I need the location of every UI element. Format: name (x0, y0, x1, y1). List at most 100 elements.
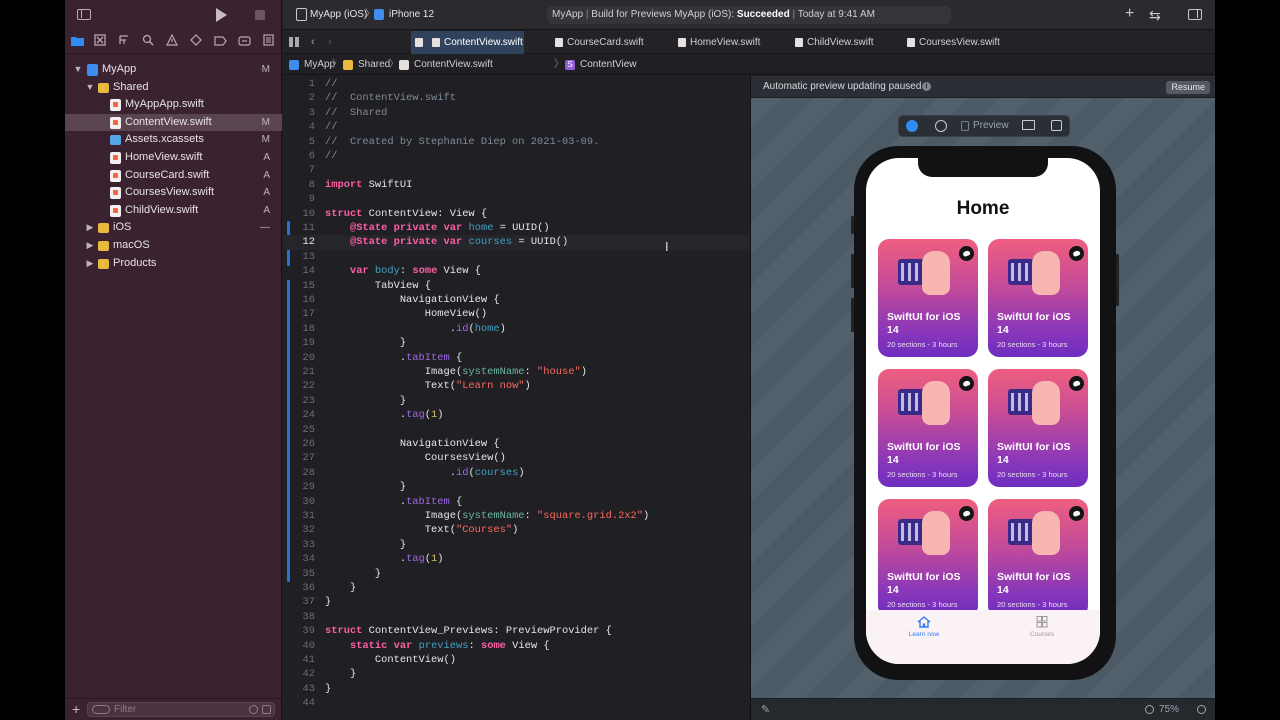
info-icon[interactable]: i (922, 82, 931, 91)
filter-options-icon[interactable] (92, 705, 110, 714)
code-line[interactable]: 14 var body: some View { (283, 264, 750, 278)
tree-item-myapp[interactable]: ▼ MyApp M (65, 61, 282, 79)
code-line[interactable]: 33 } (283, 538, 750, 552)
scm-filter-icon[interactable] (262, 705, 271, 714)
code-line[interactable]: 37} (283, 595, 750, 609)
chevron-right-icon[interactable]: › (328, 31, 332, 54)
chevron-down-icon[interactable]: ▼ (73, 61, 83, 79)
chevron-down-icon[interactable]: ▼ (85, 79, 95, 97)
breadcrumb-project[interactable]: MyApp (304, 55, 335, 75)
device-settings-icon[interactable] (1022, 120, 1035, 130)
code-line[interactable]: 5 // Created by Stephanie Diep on 2021-03… (283, 135, 750, 149)
code-line[interactable]: 17 HomeView() (283, 307, 750, 321)
code-line[interactable]: 24 .tag(1) (283, 408, 750, 422)
tab-homeview[interactable]: HomeView.swift (674, 31, 774, 54)
zoom-level[interactable]: 75% (1159, 699, 1179, 720)
code-line[interactable]: 27 CoursesView() (283, 451, 750, 465)
tree-item-ios[interactable]: ▶ iOS — (65, 219, 282, 237)
sidebar-toggle-icon[interactable] (77, 9, 91, 20)
live-preview-icon[interactable] (906, 120, 918, 132)
app-screen[interactable]: Home SwiftUI for iOS 14 20 sections - 3 h… (866, 158, 1100, 664)
breadcrumb-file[interactable]: ContentView.swift (414, 55, 493, 75)
code-line[interactable]: 40 static var previews: some View { (283, 639, 750, 653)
tree-item-coursecard[interactable]: CourseCard.swift A (65, 167, 282, 185)
code-line[interactable]: 30 .tabItem { (283, 495, 750, 509)
code-line[interactable]: 16 NavigationView { (283, 293, 750, 307)
tab-childview[interactable]: ChildView.swift (791, 31, 891, 54)
preview-label[interactable]: Preview (973, 116, 1009, 136)
code-line[interactable]: 7 (283, 163, 750, 177)
tab-coursecard[interactable]: CourseCard.swift (551, 31, 666, 54)
breadcrumb-group[interactable]: Shared (358, 55, 390, 75)
code-line[interactable]: 39 struct ContentView_Previews: PreviewPr… (283, 624, 750, 638)
course-card[interactable]: SwiftUI for iOS 14 20 sections - 3 hours (988, 239, 1088, 357)
code-line[interactable]: 29 } (283, 480, 750, 494)
inspect-icon[interactable] (935, 120, 947, 132)
tree-item-homeview[interactable]: HomeView.swift A (65, 149, 282, 167)
code-line[interactable]: 15 TabView { (283, 279, 750, 293)
tab-courses[interactable]: Courses (1012, 616, 1072, 638)
chevron-right-icon[interactable]: ▶ (85, 219, 95, 237)
scheme-selector[interactable]: MyApp (iOS) (310, 0, 367, 30)
symbol-icon[interactable] (117, 34, 131, 50)
resume-button[interactable]: Resume (1166, 81, 1210, 94)
tab-coursesview[interactable]: CoursesView.swift (903, 31, 1015, 54)
filter-input[interactable]: Filter (87, 702, 275, 717)
course-card[interactable]: SwiftUI for iOS 14 20 sections - 3 hours (878, 499, 978, 617)
tab-learn-now[interactable]: Learn now (894, 616, 954, 638)
code-line[interactable]: 3 // Shared (283, 106, 750, 120)
code-line[interactable]: 20 .tabItem { (283, 351, 750, 365)
code-line[interactable]: 42 } (283, 667, 750, 681)
warning-icon[interactable] (165, 33, 179, 50)
zoom-in-icon[interactable] (1197, 705, 1206, 714)
code-line[interactable]: 12 @State private var courses = UUID() (283, 235, 750, 250)
code-line[interactable]: 21 Image(systemName: "house") (283, 365, 750, 379)
report-icon[interactable] (261, 34, 275, 50)
course-card[interactable]: SwiftUI for iOS 14 20 sections - 3 hours (878, 369, 978, 487)
code-line[interactable]: 1 // (283, 77, 750, 91)
code-line[interactable]: 43} (283, 682, 750, 696)
code-line[interactable]: 32 Text("Courses") (283, 523, 750, 537)
code-line[interactable]: 6 // (283, 149, 750, 163)
breadcrumb-symbol[interactable]: ContentView (580, 55, 637, 75)
chevron-right-icon[interactable]: ▶ (85, 255, 95, 273)
code-review-icon[interactable]: ⇆ (1149, 6, 1161, 24)
add-icon[interactable]: + (1125, 5, 1134, 23)
device-selector[interactable]: iPhone 12 (389, 0, 434, 30)
tree-item-assets[interactable]: Assets.xcassets M (65, 131, 282, 149)
breakpoint-icon[interactable] (237, 34, 251, 50)
tree-item-shared[interactable]: ▼ Shared (65, 79, 282, 97)
pin-icon[interactable]: ✎ (761, 699, 770, 720)
code-line[interactable]: 19 } (283, 336, 750, 350)
grid-icon[interactable] (289, 37, 299, 47)
code-line[interactable]: 2 // ContentView.swift (283, 91, 750, 105)
code-line[interactable]: 9 (283, 192, 750, 206)
duplicate-preview-icon[interactable] (1051, 120, 1062, 131)
code-line[interactable]: 26 NavigationView { (283, 437, 750, 451)
code-line[interactable]: 18 .id(home) (283, 322, 750, 336)
code-line[interactable]: 4 // (283, 120, 750, 134)
code-line[interactable]: 31 Image(systemName: "square.grid.2x2") (283, 509, 750, 523)
code-line[interactable]: 13 (283, 250, 750, 264)
chevron-right-icon[interactable]: ▶ (85, 237, 95, 255)
folder-icon[interactable] (70, 34, 84, 50)
search-icon[interactable] (141, 34, 155, 50)
tree-item-coursesview[interactable]: CoursesView.swift A (65, 184, 282, 202)
code-line[interactable]: 44 (283, 696, 750, 710)
tree-item-contentview[interactable]: ContentView.swift M (65, 113, 282, 132)
code-line[interactable]: 36 } (283, 581, 750, 595)
code-line[interactable]: 8 import SwiftUI (283, 178, 750, 192)
code-line[interactable]: 35 } (283, 567, 750, 581)
code-line[interactable]: 25 (283, 423, 750, 437)
code-line[interactable]: 38 (283, 610, 750, 624)
debug-icon[interactable] (213, 34, 227, 50)
chevron-left-icon[interactable]: ‹ (311, 31, 315, 54)
source-editor[interactable]: 1 // 2 // ContentView.swift 3 // Shared 4 // 5 //… (283, 76, 750, 720)
code-line[interactable]: 41 ContentView() (283, 653, 750, 667)
inspector-toggle-icon[interactable] (1188, 9, 1202, 20)
code-line[interactable]: 28 .id(courses) (283, 466, 750, 480)
code-line[interactable]: 11 @State private var home = UUID() (283, 221, 750, 235)
tree-item-childview[interactable]: ChildView.swift A (65, 202, 282, 220)
course-card[interactable]: SwiftUI for iOS 14 20 sections - 3 hours (988, 369, 1088, 487)
tree-item-macos[interactable]: ▶ macOS (65, 237, 282, 255)
